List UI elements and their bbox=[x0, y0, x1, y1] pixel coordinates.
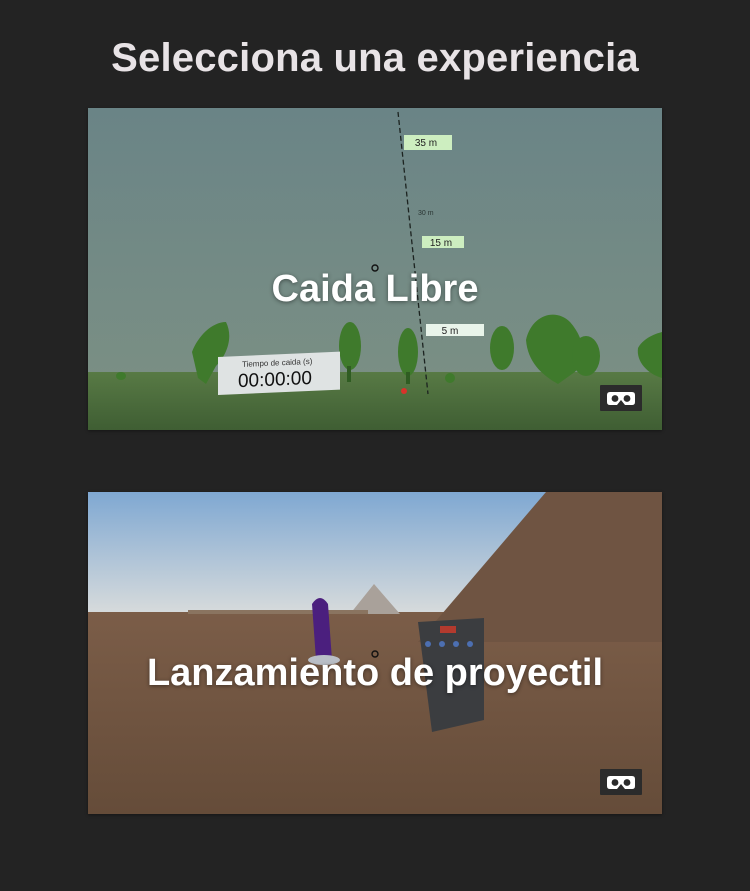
marker-5m: 5 m bbox=[442, 326, 459, 337]
marker-15m: 15 m bbox=[430, 238, 452, 249]
tick-label-30m: 30 m bbox=[418, 210, 434, 217]
experience-card-caida-libre[interactable]: 35 m 30 m 15 m 5 m Tiempo de caida (s) 0… bbox=[88, 108, 662, 430]
experience-label-lanzamiento-proyectil: Lanzamiento de proyectil bbox=[146, 652, 604, 694]
timer-value: 00:00:00 bbox=[238, 368, 312, 392]
experience-label-caida-libre: Caida Libre bbox=[271, 268, 479, 310]
experience-card-lanzamiento-proyectil[interactable]: Lanzamiento de proyectil bbox=[88, 492, 662, 814]
page-title: Selecciona una experiencia bbox=[111, 36, 639, 80]
vr-goggles-icon bbox=[607, 776, 635, 789]
vr-mode-button[interactable] bbox=[600, 385, 642, 411]
marker-35m: 35 m bbox=[415, 138, 437, 149]
vr-mode-button[interactable] bbox=[600, 769, 642, 795]
vr-goggles-icon bbox=[607, 392, 635, 405]
